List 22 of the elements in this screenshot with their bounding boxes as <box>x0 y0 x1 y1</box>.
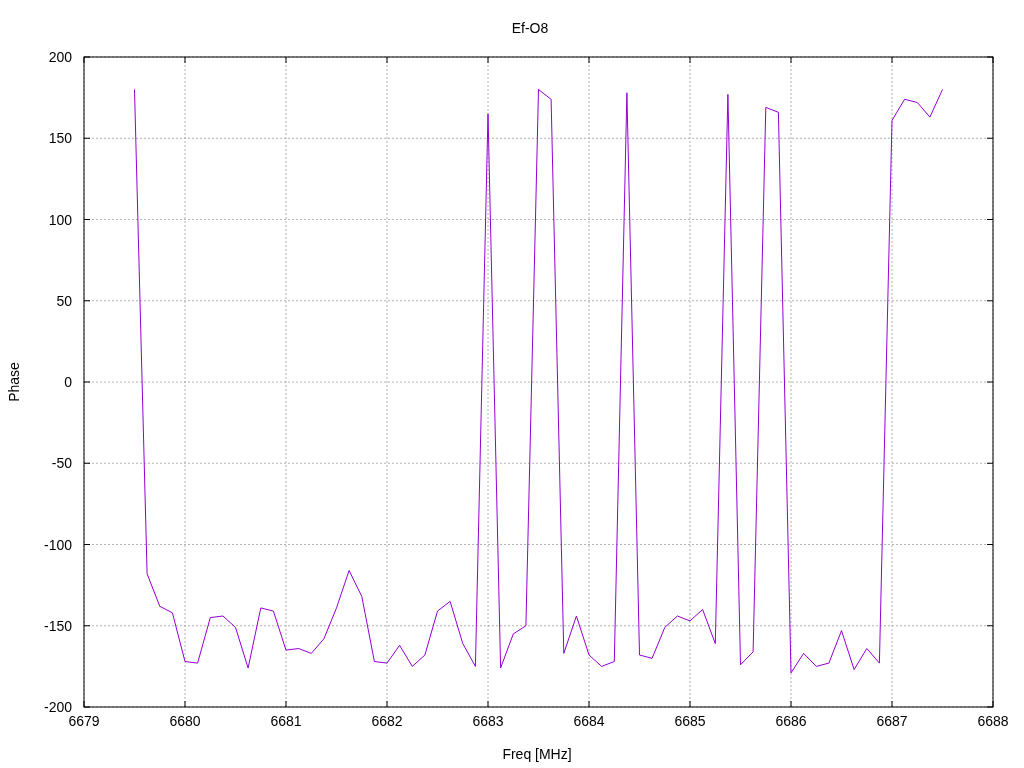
x-tick-label: 6685 <box>674 713 706 729</box>
x-tick-label: 6680 <box>169 713 201 729</box>
x-tick-label: 6688 <box>977 713 1009 729</box>
x-tick-label: 6687 <box>876 713 908 729</box>
y-axis-label: Phase <box>6 362 22 402</box>
y-tick-label: 200 <box>48 49 72 65</box>
x-tick-label: 6686 <box>775 713 807 729</box>
x-axis-label: Freq [MHz] <box>502 746 572 762</box>
y-tick-label: 100 <box>48 211 72 228</box>
y-tick-label: 0 <box>64 374 72 390</box>
x-tick-label: 6679 <box>68 713 100 729</box>
x-tick-label: 6681 <box>270 713 302 729</box>
x-tick-label: 6682 <box>371 713 403 729</box>
x-tick-label: 6684 <box>573 713 605 729</box>
chart-title: Ef-O8 <box>511 20 549 36</box>
y-tick-label: 150 <box>48 130 72 147</box>
y-tick-label: -50 <box>51 455 72 472</box>
y-tick-label: -100 <box>43 536 72 553</box>
y-tick-label: -200 <box>43 699 72 715</box>
y-tick-label: 50 <box>56 292 72 309</box>
x-tick-label: 6683 <box>472 713 504 729</box>
y-tick-label: -150 <box>43 617 72 634</box>
